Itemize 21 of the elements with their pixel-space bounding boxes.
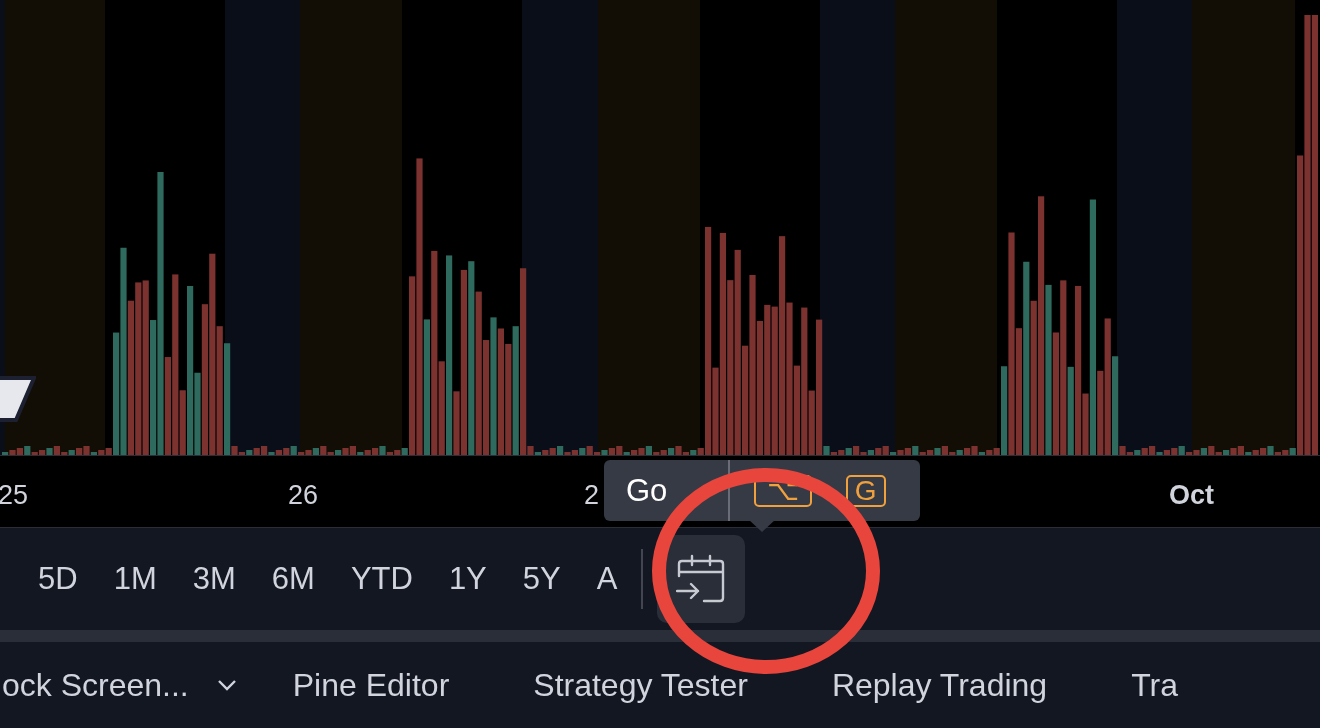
axis-label: 26	[288, 480, 319, 511]
tooltip-text: Go	[625, 472, 669, 509]
range-button[interactable]: 3M	[192, 561, 236, 597]
range-button[interactable]: YTD	[350, 561, 413, 597]
range-button[interactable]: 1Y	[448, 561, 487, 597]
range-button[interactable]: 6M	[271, 561, 315, 597]
range-button[interactable]: A	[596, 561, 618, 597]
range-button[interactable]: 5Y	[522, 561, 561, 597]
panel-tab[interactable]: Tra	[1131, 666, 1178, 704]
axis-label: 25	[0, 480, 29, 511]
range-button[interactable]: 5D	[38, 561, 78, 597]
panel-tab[interactable]: Replay Trading	[831, 666, 1048, 704]
calendar-arrow-icon	[676, 554, 727, 604]
panel-tab[interactable]: Pine Editor	[292, 666, 450, 704]
panel-tab[interactable]: Strategy Tester	[533, 666, 748, 704]
axis-label: 2	[584, 480, 600, 511]
chevron-down-icon[interactable]	[216, 679, 237, 691]
key-hint: G	[845, 474, 886, 507]
range-button[interactable]: 1M	[113, 561, 157, 597]
axis-label: Oct	[1169, 480, 1214, 511]
panel-tab[interactable]: ock Screen...	[2, 666, 189, 704]
